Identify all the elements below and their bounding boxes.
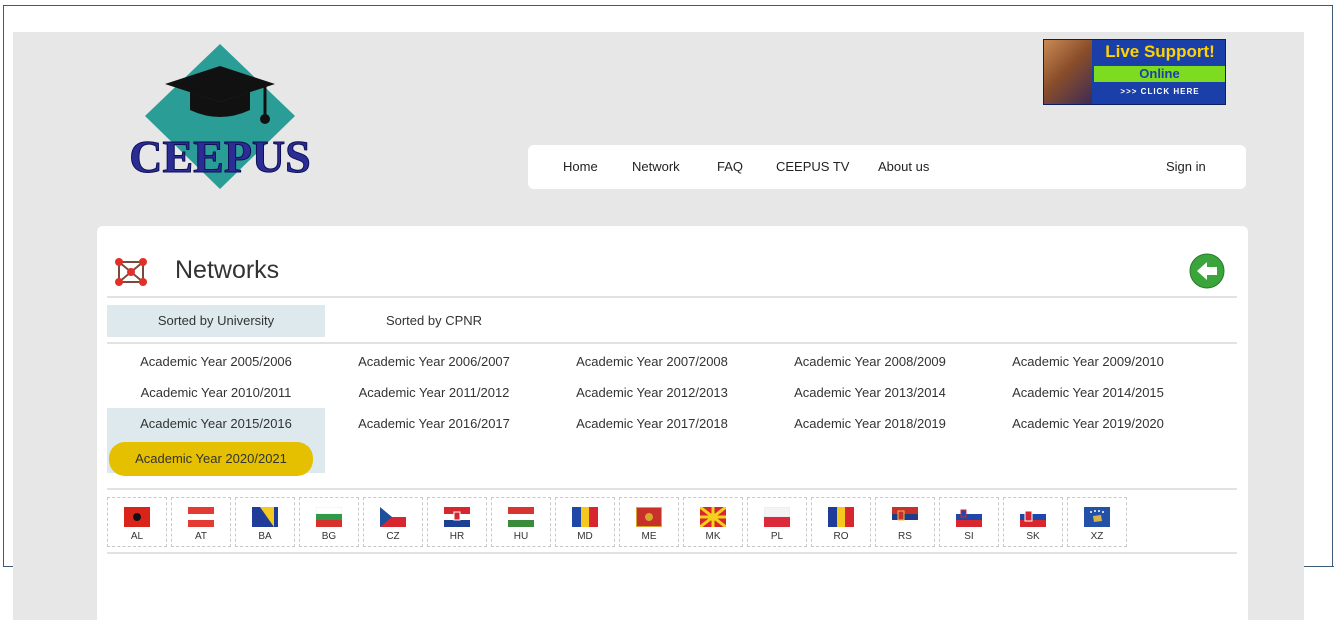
live-support-title: Live Support! — [1105, 42, 1215, 61]
flag-hu-icon — [508, 507, 534, 527]
year-link[interactable]: Academic Year 2018/2019 — [761, 408, 979, 439]
country-sk[interactable]: SK — [1003, 497, 1063, 547]
flag-ro-icon — [828, 507, 854, 527]
support-agent-image — [1044, 40, 1092, 104]
country-code: BG — [321, 531, 337, 542]
flag-at-icon — [188, 507, 214, 527]
flag-cz-icon — [380, 507, 406, 527]
country-code: RO — [833, 531, 849, 542]
year-link[interactable]: Academic Year 2016/2017 — [325, 408, 543, 439]
nav-home[interactable]: Home — [563, 159, 598, 174]
nav-sign-in[interactable]: Sign in — [1166, 159, 1206, 174]
frame-edge — [3, 566, 13, 567]
country-hu[interactable]: HU — [491, 497, 551, 547]
live-support-cta: >>> CLICK HERE — [1120, 87, 1200, 96]
country-code: MK — [705, 531, 721, 542]
year-link[interactable]: Academic Year 2017/2018 — [543, 408, 761, 439]
divider — [107, 296, 1237, 298]
country-code: SI — [964, 531, 974, 542]
nav-about-us[interactable]: About us — [878, 159, 929, 174]
country-pl[interactable]: PL — [747, 497, 807, 547]
divider — [107, 552, 1237, 554]
country-hr[interactable]: HR — [427, 497, 487, 547]
country-ba[interactable]: BA — [235, 497, 295, 547]
country-code: MD — [577, 531, 593, 542]
country-code: XZ — [1090, 531, 1104, 542]
page: CEEPUS Live Support! Online >>> CLICK HE… — [13, 32, 1304, 620]
year-link[interactable]: Academic Year 2005/2006 — [107, 346, 325, 377]
flag-rs-icon — [892, 507, 918, 527]
country-at[interactable]: AT — [171, 497, 231, 547]
flag-bg-icon — [316, 507, 342, 527]
country-cz[interactable]: CZ — [363, 497, 423, 547]
page-title: Networks — [175, 256, 280, 284]
country-rs[interactable]: RS — [875, 497, 935, 547]
nav-ceepus-tv[interactable]: CEEPUS TV — [776, 159, 849, 174]
year-link[interactable]: Academic Year 2010/2011 — [107, 377, 325, 408]
divider — [107, 342, 1237, 344]
country-code: HU — [513, 531, 529, 542]
year-link[interactable]: Academic Year 2011/2012 — [325, 377, 543, 408]
back-arrow-icon[interactable] — [1189, 253, 1225, 289]
country-code: AL — [130, 531, 144, 542]
country-bg[interactable]: BG — [299, 497, 359, 547]
live-support-status: Online — [1094, 66, 1225, 82]
divider — [107, 488, 1237, 490]
country-code: CZ — [386, 531, 400, 542]
tab-sorted-by-university[interactable]: Sorted by University — [107, 305, 325, 337]
year-link[interactable]: Academic Year 2013/2014 — [761, 377, 979, 408]
flag-ba-icon — [252, 507, 278, 527]
flag-si-icon — [956, 507, 982, 527]
flag-xz-icon — [1084, 507, 1110, 527]
year-link[interactable]: Academic Year 2012/2013 — [543, 377, 761, 408]
country-code: SK — [1026, 531, 1040, 542]
country-code: BA — [258, 531, 272, 542]
network-icon — [115, 258, 147, 286]
year-link[interactable]: Academic Year 2008/2009 — [761, 346, 979, 377]
flag-mk-icon — [700, 507, 726, 527]
year-link[interactable]: Academic Year 2006/2007 — [325, 346, 543, 377]
country-code: PL — [770, 531, 784, 542]
flag-pl-icon — [764, 507, 790, 527]
year-link[interactable]: Academic Year 2014/2015 — [979, 377, 1197, 408]
live-support-banner[interactable]: Live Support! Online >>> CLICK HERE — [1043, 39, 1226, 105]
country-xz[interactable]: XZ — [1067, 497, 1127, 547]
flag-sk-icon — [1020, 507, 1046, 527]
country-ro[interactable]: RO — [811, 497, 871, 547]
flag-al-icon — [124, 507, 150, 527]
ceepus-logo[interactable]: CEEPUS — [125, 44, 315, 192]
networks-panel: Networks Sorted by University Sorted by … — [97, 226, 1248, 620]
country-code: AT — [194, 531, 208, 542]
nav-network[interactable]: Network — [632, 159, 680, 174]
main-nav: Home Network FAQ CEEPUS TV About us Sign… — [528, 145, 1246, 189]
country-me[interactable]: ME — [619, 497, 679, 547]
country-al[interactable]: AL — [107, 497, 167, 547]
country-si[interactable]: SI — [939, 497, 999, 547]
frame-edge — [1304, 566, 1334, 567]
flag-me-icon — [636, 507, 662, 527]
country-code: ME — [641, 531, 657, 542]
logo-text: CEEPUS — [129, 131, 310, 182]
tab-sorted-by-cpnr[interactable]: Sorted by CPNR — [325, 305, 543, 337]
year-link[interactable]: Academic Year 2009/2010 — [979, 346, 1197, 377]
year-link[interactable]: Academic Year 2015/2016 — [107, 408, 325, 439]
flag-hr-icon — [444, 507, 470, 527]
nav-faq[interactable]: FAQ — [717, 159, 743, 174]
country-md[interactable]: MD — [555, 497, 615, 547]
country-code: HR — [449, 531, 465, 542]
country-code: RS — [898, 531, 912, 542]
country-mk[interactable]: MK — [683, 497, 743, 547]
year-link-selected[interactable]: Academic Year 2020/2021 — [109, 442, 313, 476]
year-link[interactable]: Academic Year 2019/2020 — [979, 408, 1197, 439]
flag-md-icon — [572, 507, 598, 527]
year-link[interactable]: Academic Year 2007/2008 — [543, 346, 761, 377]
